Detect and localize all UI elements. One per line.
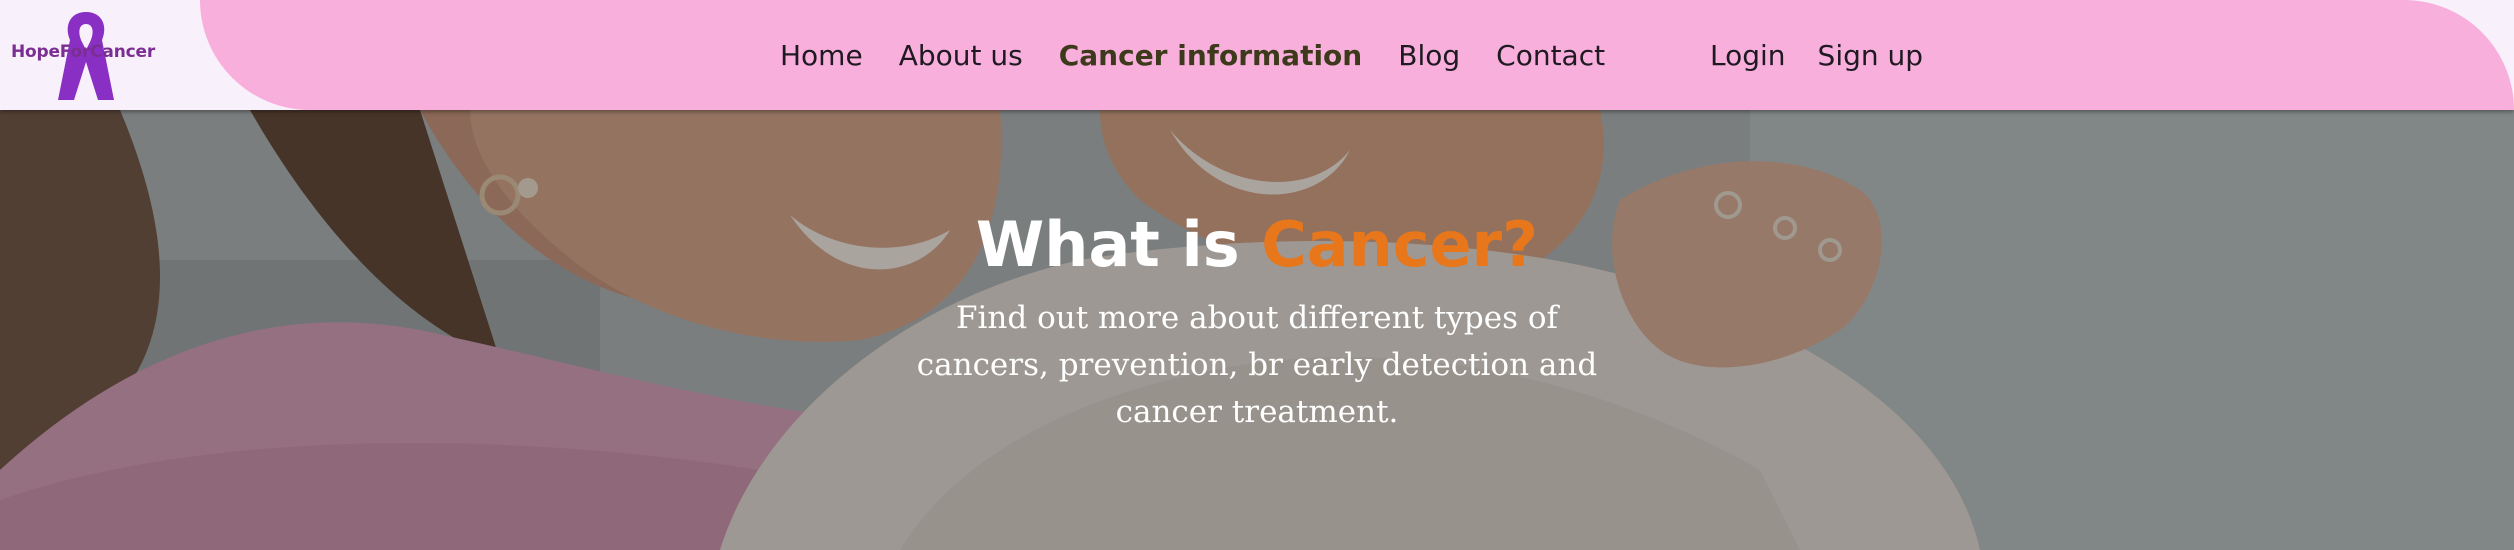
hero-subtitle: Find out more about different types of c… (916, 300, 1598, 430)
signup-link[interactable]: Sign up (1818, 39, 1924, 72)
login-link[interactable]: Login (1710, 39, 1786, 72)
nav-item-blog[interactable]: Blog (1398, 39, 1460, 72)
nav-item-home[interactable]: Home (780, 39, 863, 72)
nav-item-contact[interactable]: Contact (1496, 39, 1605, 72)
main-nav: Home About us Cancer information Blog Co… (780, 0, 1641, 110)
hero-title-accent: Cancer? (1261, 208, 1539, 281)
hero-title-prefix: What is (975, 208, 1262, 281)
nav-item-about-us[interactable]: About us (899, 39, 1023, 72)
nav-item-cancer-information[interactable]: Cancer information (1059, 39, 1363, 72)
hero-text-block: What is Cancer? Find out more about diff… (857, 205, 1657, 436)
hero-title: What is Cancer? (857, 205, 1657, 285)
top-navbar: HopeForCancer Home About us Cancer infor… (0, 0, 2514, 110)
page: What is Cancer? Find out more about diff… (0, 0, 2514, 550)
brand-name: HopeForCancer (10, 42, 156, 62)
brand-logo[interactable]: HopeForCancer (8, 8, 158, 102)
auth-nav: Login Sign up (1710, 0, 1955, 110)
